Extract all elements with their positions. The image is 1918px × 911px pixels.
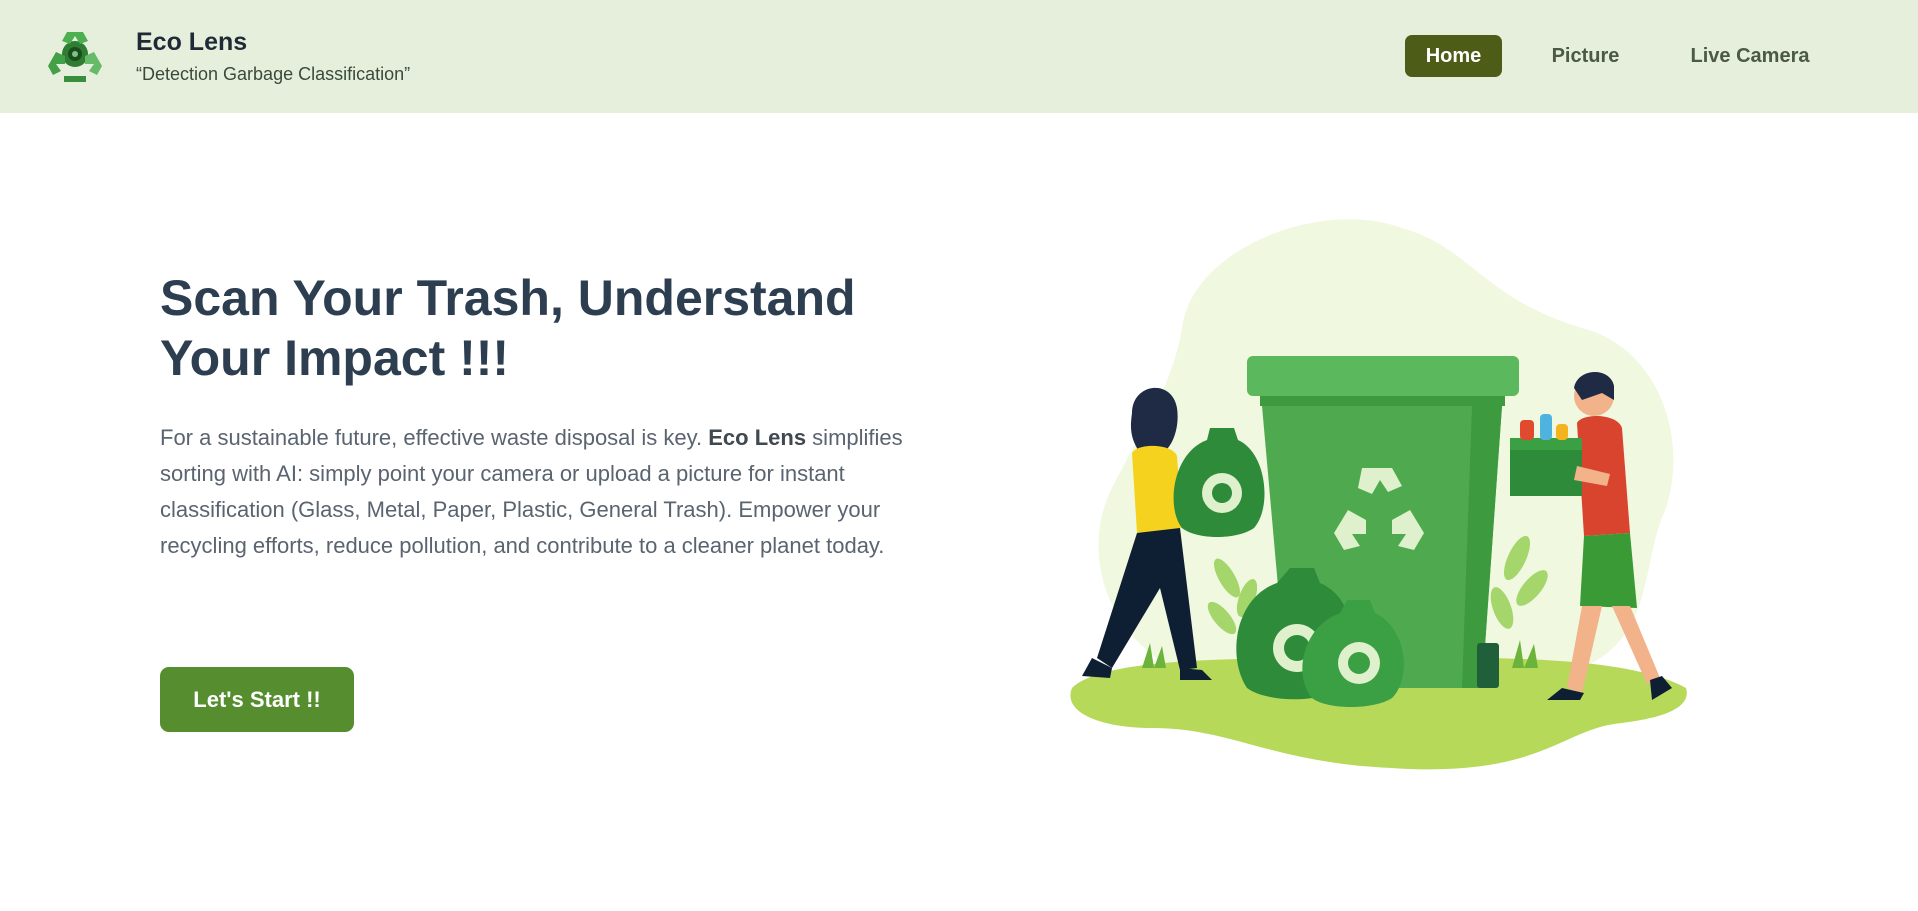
recycling-illustration: [1070, 219, 1687, 770]
top-navbar: Eco Lens “Detection Garbage Classificati…: [0, 0, 1918, 113]
nav-link-picture[interactable]: Picture: [1538, 35, 1633, 77]
lets-start-button[interactable]: Let's Start !!: [160, 667, 354, 732]
brand-name: Eco Lens: [136, 28, 248, 56]
brand-tagline: “Detection Garbage Classification”: [136, 64, 411, 84]
recycle-logo-icon: [48, 32, 102, 82]
description-lead: For a sustainable future, effective wast…: [160, 425, 709, 450]
nav-link-home[interactable]: Home: [1405, 35, 1502, 77]
description-brand: Eco Lens: [708, 425, 807, 450]
hero-headline: Scan Your Trash, Understand Your Impact …: [160, 270, 856, 386]
nav-link-live-camera[interactable]: Live Camera: [1680, 35, 1820, 77]
hero-description: For a sustainable future, effective wast…: [160, 420, 920, 564]
